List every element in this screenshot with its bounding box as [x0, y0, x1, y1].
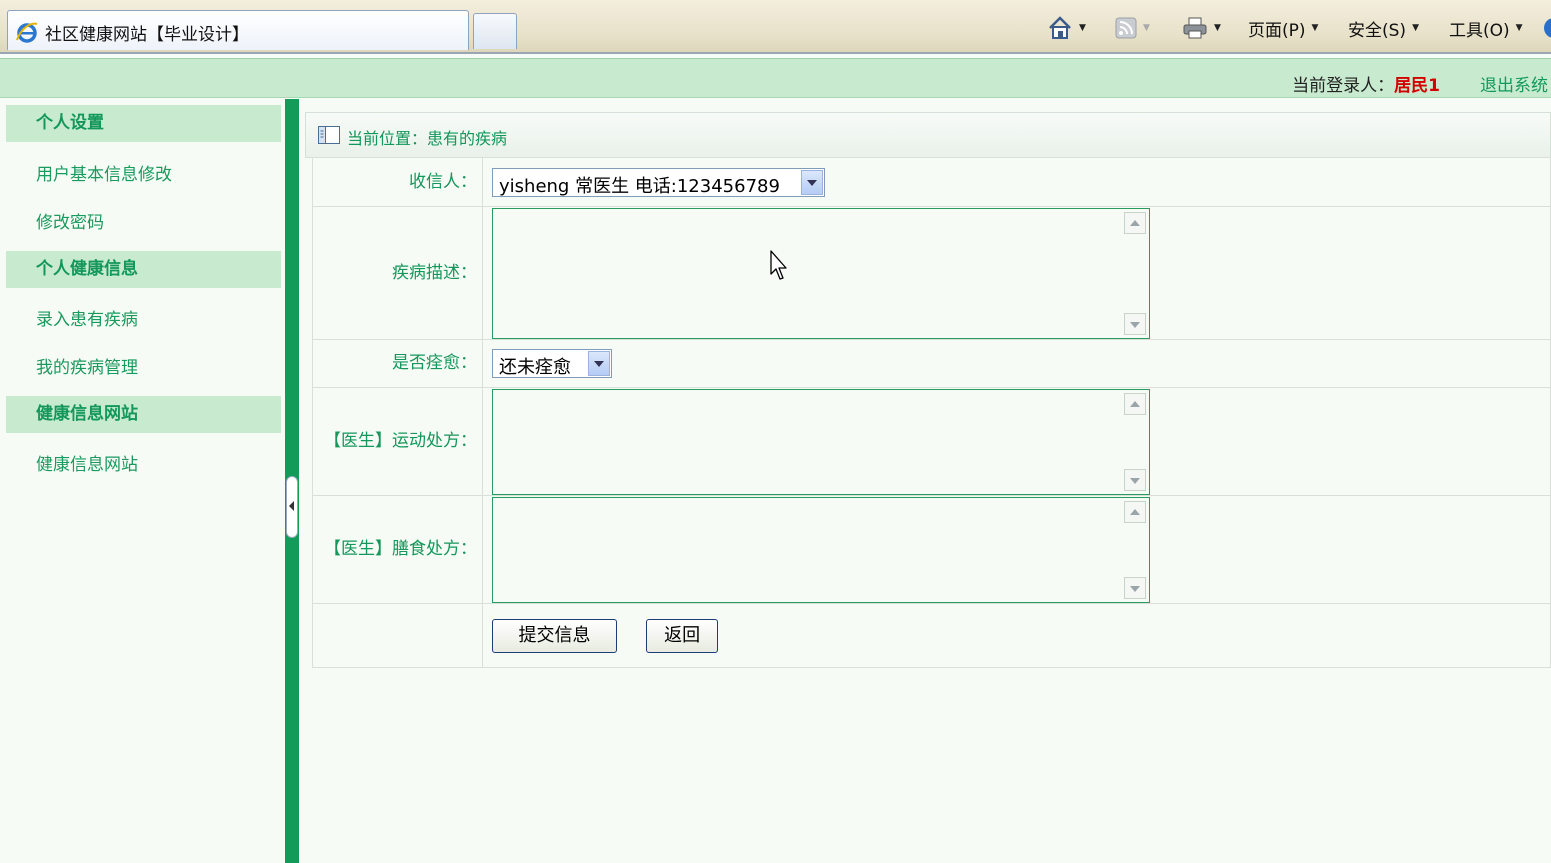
cured-dropdown-icon[interactable]	[588, 351, 610, 376]
page-dropdown-icon: ▼	[1311, 23, 1319, 33]
app-header: 当前登录人：居民1 退出系统	[0, 58, 1551, 98]
collapse-sidebar-button[interactable]	[286, 476, 298, 538]
exercise-cell	[482, 387, 1551, 496]
scroll-up-icon[interactable]	[1124, 500, 1146, 523]
scroll-up-icon[interactable]	[1124, 392, 1146, 415]
page-menu-label: 页面(P)	[1248, 20, 1306, 41]
ie-logo-icon	[16, 22, 38, 43]
breadcrumb-text: 当前位置：患有的疾病	[347, 129, 508, 148]
exercise-prescription-textarea[interactable]	[492, 388, 1150, 495]
print-dropdown-icon[interactable]: ▼	[1214, 23, 1221, 33]
form-row-cured: 是否痊愈： 还未痊愈	[312, 339, 1551, 388]
browser-tab[interactable]: 社区健康网站【毕业设计】	[7, 10, 469, 50]
page-menu[interactable]: 页面(P) ▼	[1248, 14, 1318, 42]
feeds-button[interactable]: ▼	[1115, 14, 1150, 42]
scroll-down-icon[interactable]	[1124, 312, 1146, 335]
home-button[interactable]: ▼	[1047, 14, 1086, 42]
main-content: 当前位置：患有的疾病 收信人： yisheng 常医生 电话:123456789…	[299, 99, 1551, 863]
scroll-down-icon[interactable]	[1124, 468, 1146, 491]
sidebar-item-my-diseases[interactable]: 我的疾病管理	[36, 353, 138, 378]
cured-label: 是否痊愈：	[312, 339, 483, 388]
print-button[interactable]: ▼	[1182, 14, 1221, 42]
sidebar-item-health-site[interactable]: 健康信息网站	[36, 450, 138, 475]
disease-desc-scrollbar[interactable]	[1124, 211, 1146, 335]
cured-cell: 还未痊愈	[482, 339, 1551, 388]
tools-dropdown-icon: ▼	[1515, 23, 1523, 33]
safety-menu[interactable]: 安全(S) ▼	[1348, 14, 1419, 42]
form-row-exercise: 【医生】运动处方：	[312, 387, 1551, 496]
sidebar-section-health-site[interactable]: 健康信息网站	[6, 396, 281, 433]
sidebar: 个人设置 用户基本信息修改 修改密码 个人健康信息 录入患有疾病 我的疾病管理 …	[0, 99, 285, 863]
scroll-up-icon[interactable]	[1124, 211, 1146, 234]
home-icon	[1049, 16, 1071, 39]
recipient-selected-value: yisheng 常医生 电话:123456789	[499, 175, 780, 197]
rss-icon	[1115, 17, 1137, 39]
form-row-disease-desc: 疾病描述：	[312, 206, 1551, 340]
tab-title: 社区健康网站【毕业设计】	[45, 25, 249, 45]
back-button[interactable]: 返回	[646, 618, 719, 653]
sidebar-item-edit-profile[interactable]: 用户基本信息修改	[36, 160, 172, 185]
browser-toolbar: 社区健康网站【毕业设计】 ▼ ▼ ▼ 页面(P) ▼ 安全(S) ▼ 工具(O)…	[0, 0, 1551, 54]
login-label-text: 当前登录人：	[1292, 76, 1395, 96]
actions-cell: 提交信息 返回	[482, 603, 1551, 668]
printer-icon	[1183, 17, 1207, 39]
breadcrumb: 当前位置：患有的疾病	[305, 112, 1551, 158]
diet-label: 【医生】膳食处方：	[312, 495, 483, 604]
feeds-dropdown-icon[interactable]: ▼	[1143, 23, 1150, 33]
sidebar-section-personal-settings[interactable]: 个人设置	[6, 105, 281, 142]
new-tab-button[interactable]	[473, 13, 517, 49]
recipient-dropdown-icon[interactable]	[801, 169, 823, 195]
submit-button[interactable]: 提交信息	[492, 618, 617, 653]
recipient-select[interactable]: yisheng 常医生 电话:123456789	[492, 167, 825, 197]
safety-dropdown-icon: ▼	[1412, 23, 1419, 33]
disease-desc-label: 疾病描述：	[312, 206, 483, 340]
diet-prescription-textarea[interactable]	[492, 496, 1150, 603]
sidebar-item-enter-disease[interactable]: 录入患有疾病	[36, 305, 138, 330]
panel-icon	[318, 126, 340, 144]
actions-label-cell	[312, 603, 483, 668]
form-row-diet: 【医生】膳食处方：	[312, 495, 1551, 604]
cured-selected-value: 还未痊愈	[499, 357, 571, 378]
scroll-down-icon[interactable]	[1124, 576, 1146, 599]
recipient-label: 收信人：	[312, 157, 483, 207]
cured-select[interactable]: 还未痊愈	[492, 349, 612, 378]
disease-desc-textarea[interactable]	[492, 207, 1150, 339]
disease-form: 收信人： yisheng 常医生 电话:123456789 疾病描述： 是否痊愈…	[312, 157, 1551, 668]
help-button[interactable]	[1543, 14, 1551, 42]
recipient-cell: yisheng 常医生 电话:123456789	[482, 157, 1551, 207]
form-row-actions: 提交信息 返回	[312, 603, 1551, 668]
help-icon	[1544, 18, 1551, 38]
diet-cell	[482, 495, 1551, 604]
tools-menu-label: 工具(O)	[1449, 20, 1510, 41]
current-user-name: 居民1	[1394, 76, 1440, 96]
current-user-label: 当前登录人：居民1	[1292, 71, 1440, 96]
mouse-cursor-icon	[770, 250, 787, 280]
sidebar-item-change-password[interactable]: 修改密码	[36, 208, 104, 233]
disease-desc-cell	[482, 206, 1551, 340]
sidebar-section-health-info[interactable]: 个人健康信息	[6, 251, 281, 288]
diet-scrollbar[interactable]	[1124, 500, 1146, 599]
safety-menu-label: 安全(S)	[1348, 20, 1407, 41]
exercise-scrollbar[interactable]	[1124, 392, 1146, 491]
tools-menu[interactable]: 工具(O) ▼	[1449, 14, 1523, 42]
form-row-recipient: 收信人： yisheng 常医生 电话:123456789	[312, 157, 1551, 207]
exercise-label: 【医生】运动处方：	[312, 387, 483, 496]
logout-link[interactable]: 退出系统	[1480, 71, 1548, 96]
home-dropdown-icon[interactable]: ▼	[1079, 23, 1086, 33]
